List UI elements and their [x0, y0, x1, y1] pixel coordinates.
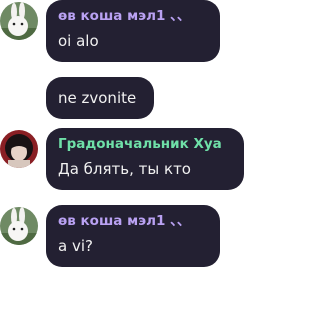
- message-text: Да блять, ты кто: [58, 160, 191, 178]
- avatar-white-rabbit[interactable]: [0, 207, 38, 245]
- author-name[interactable]: өв коша мэл1 、、: [58, 213, 208, 230]
- message-bubble[interactable]: Градоначальник Хуа Да блять, ты кто: [46, 128, 244, 190]
- dark-hair-anime-avatar-icon: [0, 130, 38, 168]
- white-rabbit-avatar-icon: [0, 207, 38, 245]
- white-rabbit-avatar-icon: [0, 2, 38, 40]
- author-name[interactable]: өв коша мэл1 、、: [58, 8, 208, 25]
- message-bubble[interactable]: өв коша мэл1 、、 a vi?: [46, 205, 220, 267]
- message-text: oi alo: [58, 32, 99, 50]
- message-bubble[interactable]: ne zvonite: [46, 77, 154, 119]
- author-name[interactable]: Градоначальник Хуа: [58, 136, 232, 153]
- avatar-dark-hair[interactable]: [0, 130, 38, 168]
- message-bubble[interactable]: өв коша мэл1 、、 oi alo: [46, 0, 220, 62]
- avatar-white-rabbit[interactable]: [0, 2, 38, 40]
- message-text: a vi?: [58, 237, 93, 255]
- message-text: ne zvonite: [58, 89, 137, 107]
